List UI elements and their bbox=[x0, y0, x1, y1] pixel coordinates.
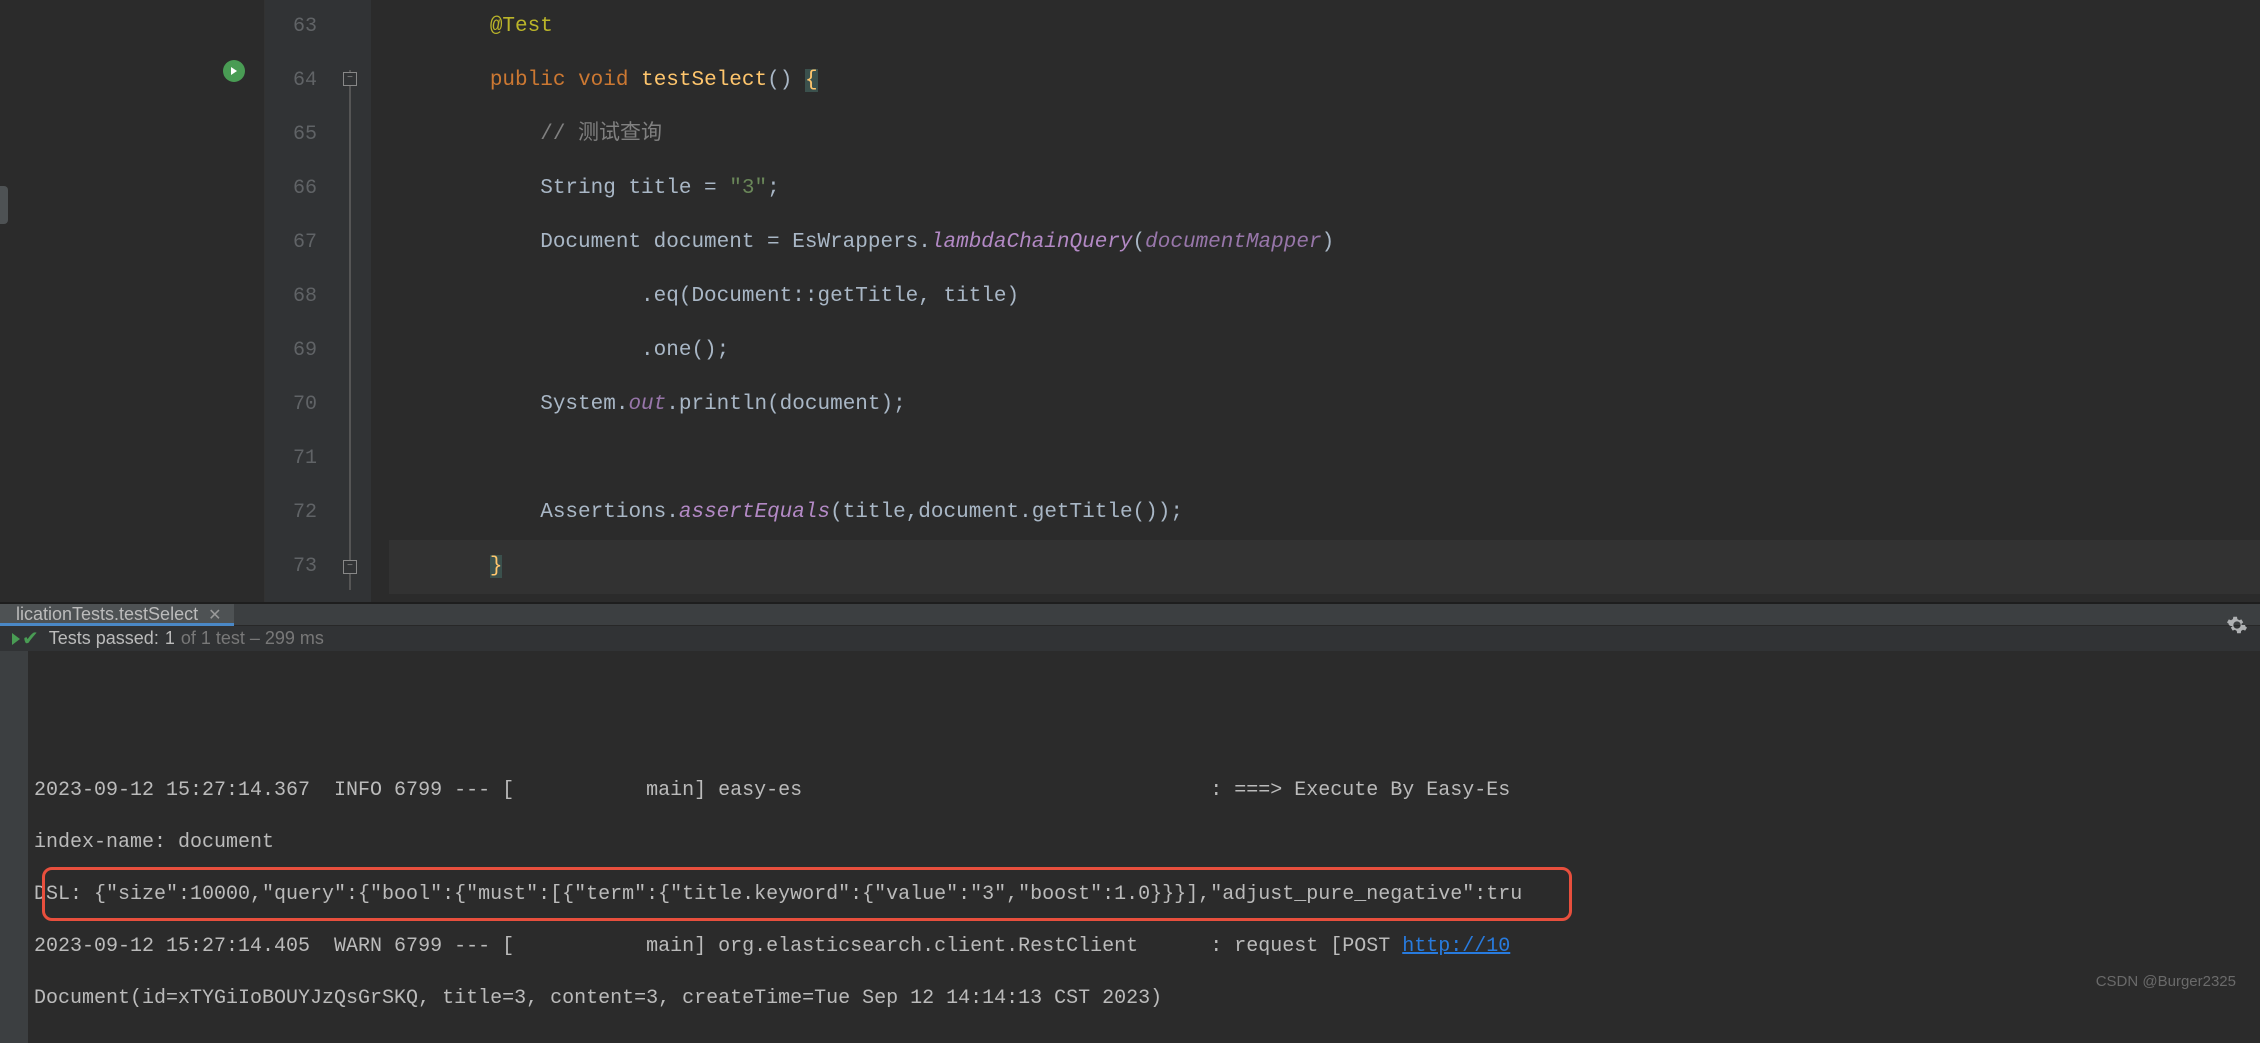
line-number: 64 bbox=[265, 54, 317, 108]
checkmark-icon: ✔ bbox=[22, 626, 39, 651]
tests-total-label: of 1 test – 299 ms bbox=[181, 628, 324, 649]
code-line[interactable]: String title = "3"; bbox=[389, 162, 2260, 216]
tool-window-tab-bar: licationTests.testSelect ✕ bbox=[0, 604, 2260, 626]
tests-passed-label: Tests passed: bbox=[49, 628, 159, 649]
tab-label: licationTests.testSelect bbox=[16, 604, 198, 625]
code-line[interactable]: // 测试查询 bbox=[389, 108, 2260, 162]
code-line[interactable]: Document document = EsWrappers.lambdaCha… bbox=[389, 216, 2260, 270]
line-number: 66 bbox=[265, 162, 317, 216]
console-output[interactable]: 2023-09-12 15:27:14.367 INFO 6799 --- [ … bbox=[28, 651, 2260, 1043]
run-test-icon[interactable] bbox=[223, 60, 245, 82]
line-number: 73 bbox=[265, 540, 317, 594]
line-number: 68 bbox=[265, 270, 317, 324]
console-line: 2023-09-12 15:27:14.367 INFO 6799 --- [ … bbox=[34, 765, 2260, 817]
line-number: 71 bbox=[265, 432, 317, 486]
code-line[interactable]: .one(); bbox=[389, 324, 2260, 378]
code-content[interactable]: @Test public void testSelect() { // 测试查询… bbox=[371, 0, 2260, 602]
line-number: 70 bbox=[265, 378, 317, 432]
console-link[interactable]: http://10 bbox=[1402, 935, 1510, 958]
line-number: 65 bbox=[265, 108, 317, 162]
code-line[interactable]: System.out.println(document); bbox=[389, 378, 2260, 432]
tests-passed-count: 1 bbox=[165, 628, 175, 649]
test-run-tab[interactable]: licationTests.testSelect ✕ bbox=[0, 604, 234, 625]
code-line[interactable]: @Test bbox=[389, 0, 2260, 54]
console-line: Document(id=xTYGiIoBOUYJzQsGrSKQ, title=… bbox=[34, 973, 2260, 1025]
line-number: 72 bbox=[265, 486, 317, 540]
code-line[interactable]: public void testSelect() { bbox=[389, 54, 2260, 108]
test-status-bar: ✔ Tests passed: 1 of 1 test – 299 ms bbox=[0, 626, 2260, 651]
fold-collapse-icon[interactable]: − bbox=[343, 72, 357, 86]
console-side-tab[interactable] bbox=[0, 186, 8, 224]
expand-icon[interactable] bbox=[12, 633, 20, 645]
editor-left-margin bbox=[0, 0, 265, 602]
line-number: 67 bbox=[265, 216, 317, 270]
code-line[interactable] bbox=[389, 432, 2260, 486]
console-line: index-name: document bbox=[34, 817, 2260, 869]
run-tool-window: licationTests.testSelect ✕ ✔ Tests passe… bbox=[0, 602, 2260, 996]
console-line: 2023-09-12 15:27:14.405 WARN 6799 --- [ … bbox=[34, 921, 2260, 973]
line-number-gutter: 63 64 65 66 67 68 69 70 71 72 73 bbox=[265, 0, 335, 602]
close-tab-icon[interactable]: ✕ bbox=[208, 605, 221, 625]
line-number: 69 bbox=[265, 324, 317, 378]
watermark-text: CSDN @Burger2325 bbox=[2096, 973, 2236, 990]
code-line[interactable]: Assertions.assertEquals(title,document.g… bbox=[389, 486, 2260, 540]
fold-gutter[interactable]: − − bbox=[335, 0, 371, 602]
console-line: DSL: {"size":10000,"query":{"bool":{"mus… bbox=[34, 869, 2260, 921]
code-line[interactable]: } bbox=[389, 540, 2260, 594]
line-number: 63 bbox=[265, 0, 317, 54]
code-editor[interactable]: 63 64 65 66 67 68 69 70 71 72 73 − − @Te… bbox=[0, 0, 2260, 602]
fold-guide-line bbox=[349, 70, 351, 590]
fold-expand-icon[interactable]: − bbox=[343, 560, 357, 574]
gear-icon[interactable] bbox=[2226, 614, 2248, 636]
console-left-rail bbox=[0, 651, 28, 1043]
code-line[interactable]: .eq(Document::getTitle, title) bbox=[389, 270, 2260, 324]
